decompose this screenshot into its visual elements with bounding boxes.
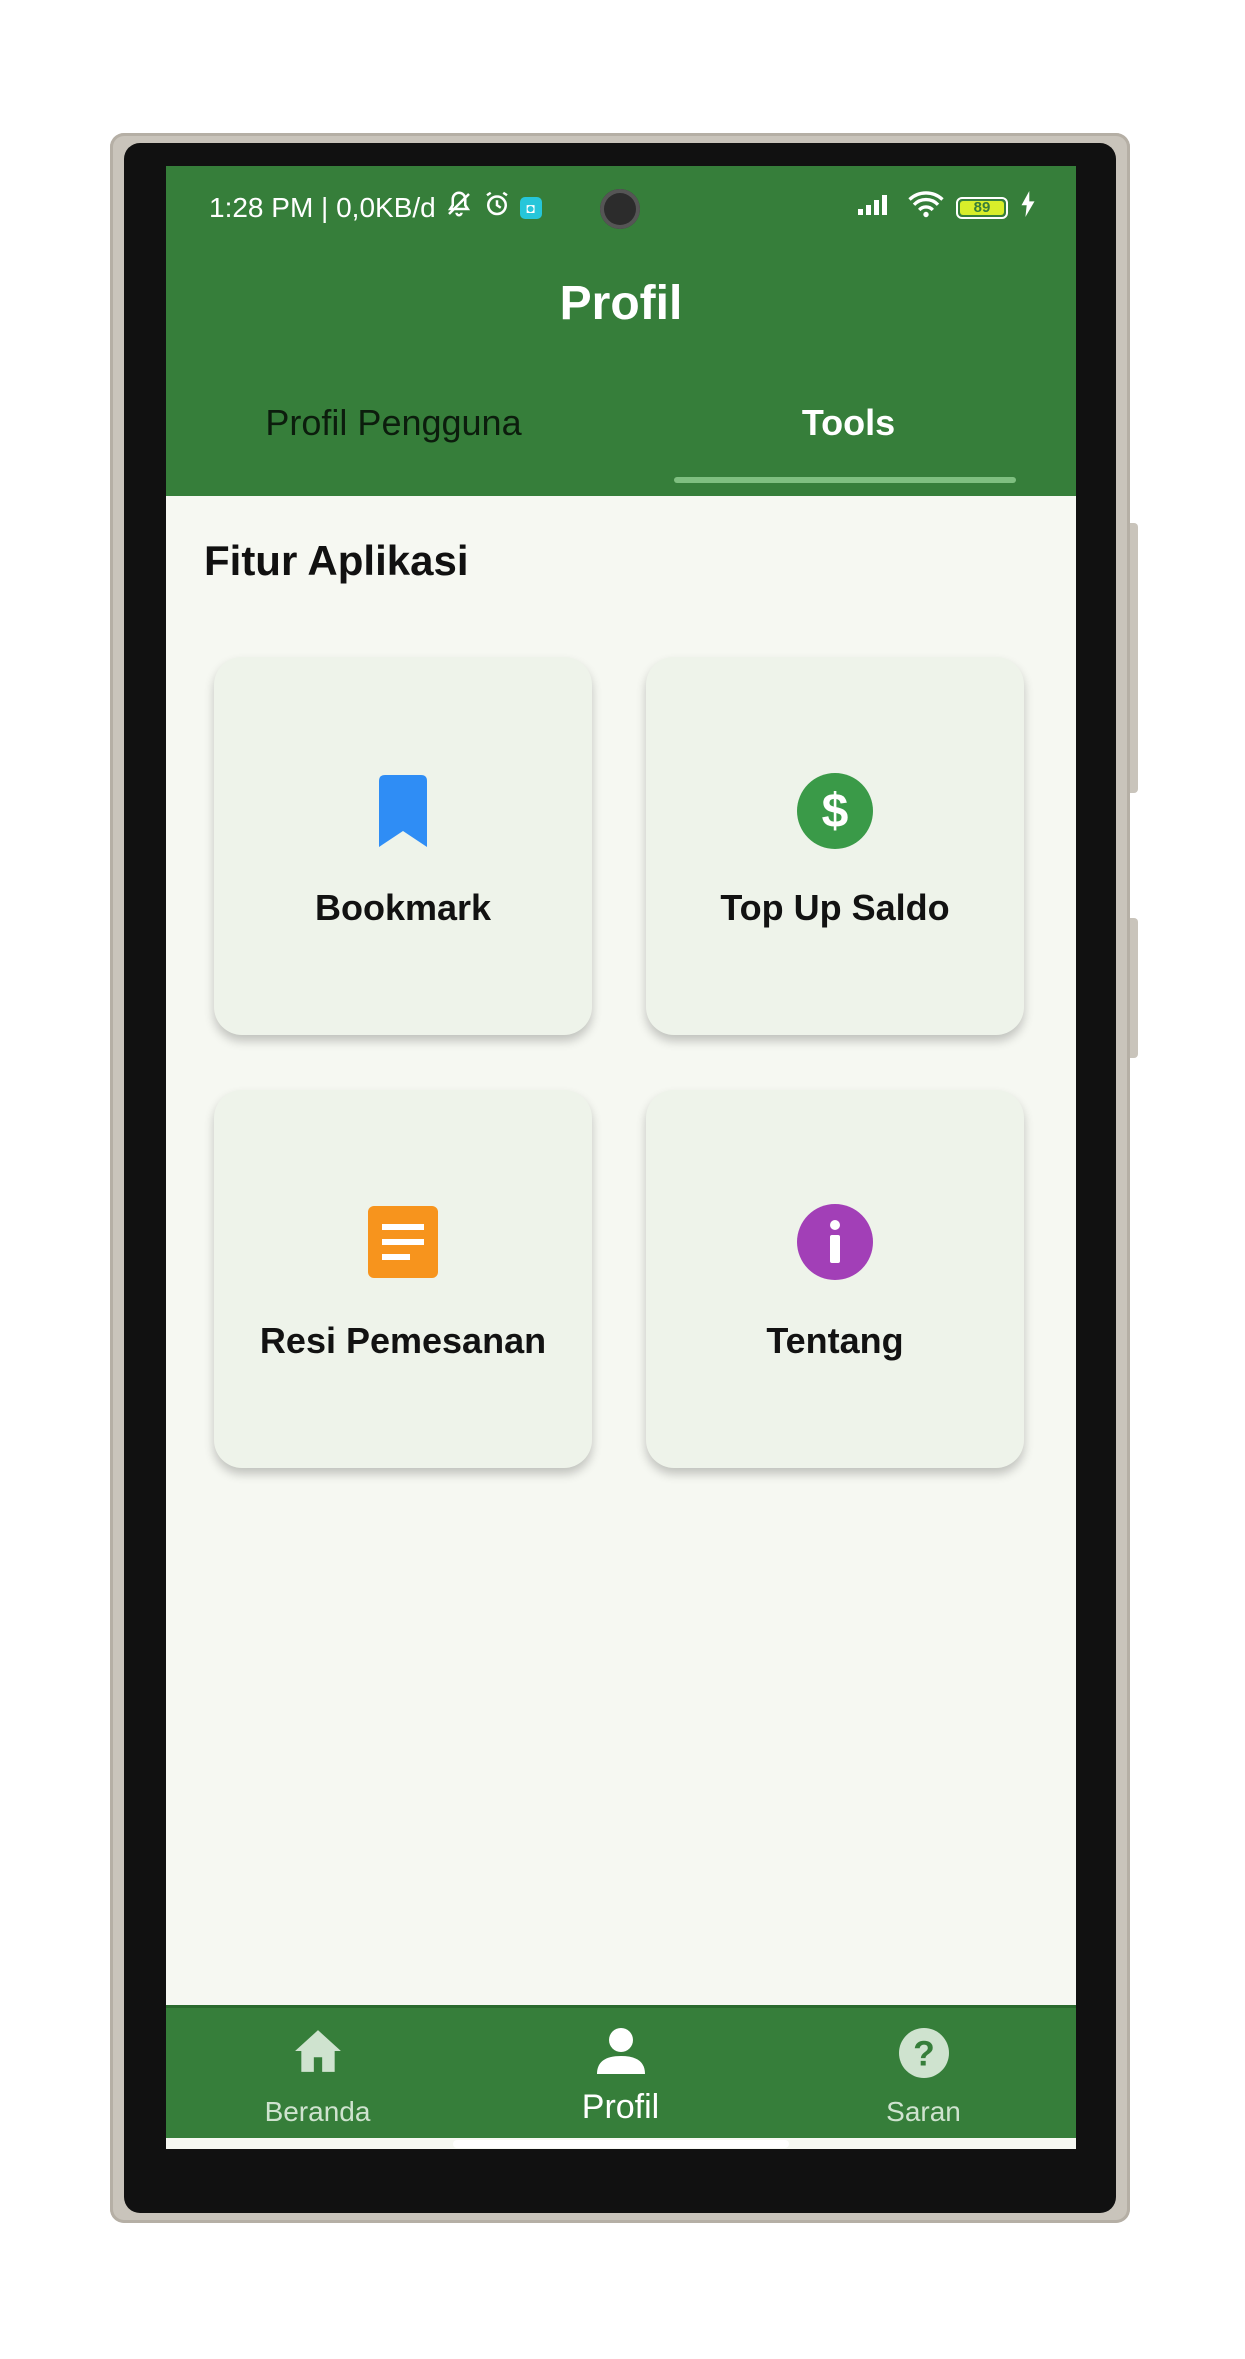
svg-text:$: $: [822, 785, 849, 838]
battery-icon: 89: [956, 196, 1008, 219]
nav-profil-label: Profil: [581, 2088, 660, 2126]
resi-pemesanan-card[interactable]: Resi Pemesanan: [214, 1090, 592, 1468]
dollar-icon: $: [797, 773, 873, 849]
power-button: [1130, 918, 1138, 1058]
alarm-icon: [482, 189, 512, 226]
help-icon: ?: [898, 2028, 949, 2078]
charging-icon: [1020, 191, 1036, 224]
wifi-icon: [908, 190, 944, 225]
screen: 1:28 PM | 0,0KB/d ◘ 89 Profil Profil Pen…: [166, 166, 1076, 2149]
tentang-label: Tentang: [766, 1320, 904, 1361]
info-icon: [797, 1204, 873, 1280]
nav-profil[interactable]: Profil: [469, 2008, 772, 2138]
svg-text:?: ?: [913, 2034, 935, 2074]
status-right: 89: [856, 190, 1036, 225]
top-up-saldo-card[interactable]: $ Top Up Saldo: [646, 657, 1024, 1035]
bottom-nav: Beranda Profil ? Saran: [166, 2005, 1076, 2138]
person-icon: [596, 2028, 645, 2074]
battery-level: 89: [973, 199, 991, 216]
app-bar: 1:28 PM | 0,0KB/d ◘ 89 Profil Profil Pen…: [166, 166, 1076, 496]
nav-saran[interactable]: ? Saran: [772, 2008, 1075, 2138]
bookmark-card[interactable]: Bookmark: [214, 657, 592, 1035]
top-up-saldo-label: Top Up Saldo: [720, 887, 950, 928]
nav-beranda[interactable]: Beranda: [166, 2008, 469, 2138]
status-left: 1:28 PM | 0,0KB/d ◘: [209, 189, 542, 226]
bookmark-label: Bookmark: [314, 887, 492, 928]
resi-pemesanan-label: Resi Pemesanan: [259, 1320, 547, 1361]
tab-tools[interactable]: Tools: [621, 402, 1076, 444]
section-title: Fitur Aplikasi: [204, 537, 469, 584]
gesture-bar[interactable]: [453, 2140, 789, 2148]
home-icon: [294, 2030, 341, 2072]
bookmark-icon: [379, 775, 427, 847]
volume-button: [1130, 523, 1138, 793]
tab-profil-pengguna[interactable]: Profil Pengguna: [166, 402, 621, 444]
nav-beranda-label: Beranda: [264, 2096, 371, 2127]
tentang-card[interactable]: Tentang: [646, 1090, 1024, 1468]
page-title: Profil: [559, 277, 683, 330]
tab-indicator: [674, 477, 1016, 483]
mute-icon: [444, 189, 474, 226]
signal-icon: [856, 191, 896, 224]
status-bar: 1:28 PM | 0,0KB/d ◘ 89: [166, 166, 1076, 246]
nav-saran-label: Saran: [886, 2096, 961, 2127]
message-app-icon: ◘: [519, 196, 542, 219]
receipt-icon: [368, 1206, 438, 1278]
status-time: 1:28 PM | 0,0KB/d: [209, 191, 436, 223]
front-camera: [600, 189, 640, 229]
